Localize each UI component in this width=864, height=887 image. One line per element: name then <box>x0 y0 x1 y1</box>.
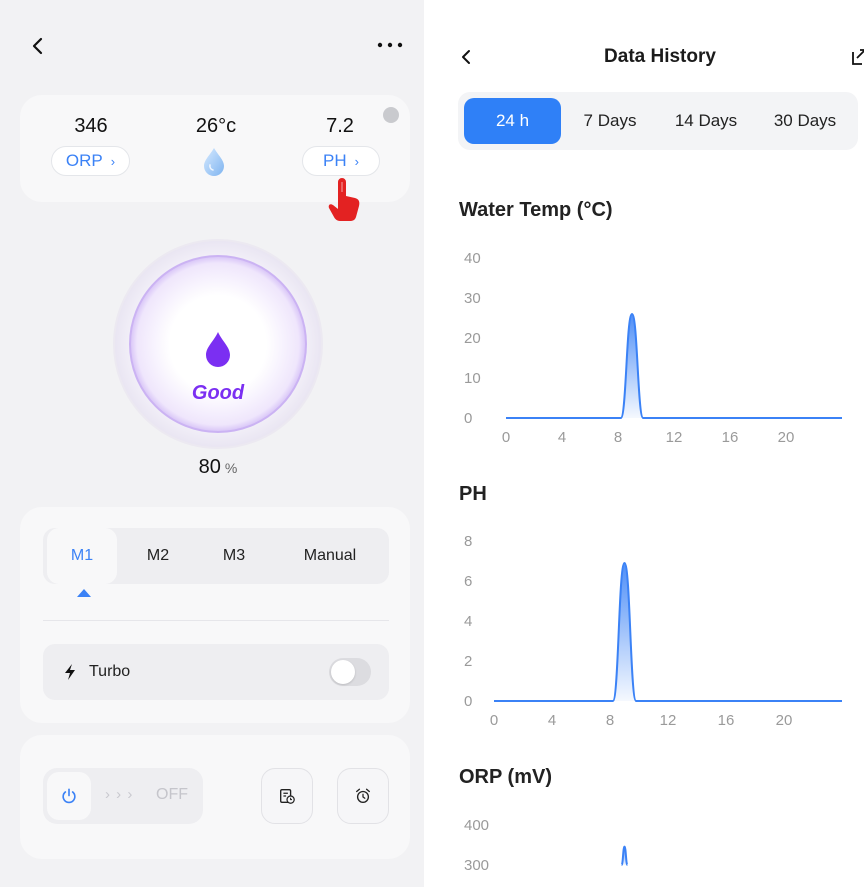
orp-chart: 400 300 <box>464 817 629 874</box>
lightning-icon <box>65 664 75 680</box>
purple-drop-icon <box>206 332 230 367</box>
mode-card: M1 M2 M3 Manual Turbo <box>20 507 410 723</box>
x-tick-label: 8 <box>614 429 622 446</box>
history-screen: Data History 24 h 7 Days 14 Days 30 Days… <box>430 0 864 887</box>
active-mode-indicator <box>77 589 91 597</box>
y-tick-label: 30 <box>464 290 481 307</box>
mode-tab-manual[interactable]: Manual <box>275 528 385 584</box>
y-tick-label: 40 <box>464 250 481 267</box>
chart-title-water-temp: Water Temp (°C) <box>459 199 613 221</box>
orp-value: 346 <box>74 115 108 137</box>
device-screen: 346 26°c 7.2 ORP › PH › Good 80 % M1 M2 … <box>0 0 424 887</box>
x-tick-label: 4 <box>548 712 556 729</box>
turbo-label: Turbo <box>89 663 131 680</box>
tab-14-days[interactable]: 14 Days <box>658 98 754 144</box>
power-button[interactable] <box>47 772 91 820</box>
x-tick-label: 12 <box>666 429 683 446</box>
x-tick-label: 0 <box>502 429 510 446</box>
share-icon[interactable] <box>850 44 864 68</box>
tab-30-days[interactable]: 30 Days <box>756 98 854 144</box>
y-tick-label: 0 <box>464 693 472 710</box>
toggle-knob <box>331 660 355 684</box>
chevron-right-icon: › <box>354 153 359 169</box>
chart-title-ph: PH <box>459 483 487 505</box>
y-tick-label: 8 <box>464 533 472 550</box>
y-tick-label: 6 <box>464 573 472 590</box>
y-tick-label: 400 <box>464 817 489 834</box>
y-tick-label: 2 <box>464 653 472 670</box>
alarm-clock-icon <box>356 788 370 803</box>
x-tick-label: 12 <box>660 712 677 729</box>
series-line <box>493 561 842 702</box>
back-arrow-icon[interactable] <box>458 46 474 68</box>
ph-button[interactable]: PH › <box>302 146 380 176</box>
alarm-button[interactable] <box>337 768 389 824</box>
turbo-row: Turbo <box>43 644 389 700</box>
y-tick-label: 4 <box>464 613 472 630</box>
y-tick-label: 300 <box>464 857 489 874</box>
mode-tab-m2[interactable]: M2 <box>123 528 193 584</box>
x-tick-label: 16 <box>722 429 739 446</box>
slide-arrows: › › › <box>105 786 134 803</box>
tab-24h[interactable]: 24 h <box>464 98 561 144</box>
series-area <box>506 314 842 418</box>
power-state-label: OFF <box>156 786 188 803</box>
quality-percent: 80% <box>150 456 286 479</box>
x-tick-label: 16 <box>718 712 735 729</box>
x-tick-label: 4 <box>558 429 566 446</box>
percent-unit: % <box>224 460 238 476</box>
x-tick-label: 8 <box>606 712 614 729</box>
back-arrow-icon[interactable] <box>28 34 48 58</box>
power-slider[interactable]: › › › OFF <box>43 768 203 824</box>
temperature-value: 26°c <box>195 115 237 137</box>
series-line <box>506 312 842 420</box>
percent-value: 80 <box>198 456 221 478</box>
quality-status: Good <box>191 382 245 404</box>
x-tick-label: 20 <box>776 712 793 729</box>
power-icon <box>62 788 76 804</box>
ph-label: PH <box>323 151 347 170</box>
page-title: Data History <box>604 46 716 67</box>
more-options-icon[interactable] <box>374 34 406 56</box>
water-temp-chart: 40 30 20 10 0 0 4 8 12 16 20 <box>464 250 843 446</box>
y-tick-label: 10 <box>464 370 481 387</box>
tab-7-days[interactable]: 7 Days <box>566 98 654 144</box>
orp-button[interactable]: ORP › <box>51 146 130 176</box>
info-icon[interactable] <box>383 107 399 123</box>
mode-tab-m3[interactable]: M3 <box>199 528 269 584</box>
ph-chart: 864200 4 8 12 16 20 <box>464 533 843 729</box>
time-range-selector: 24 h 7 Days 14 Days 30 Days <box>458 92 858 150</box>
schedule-icon <box>280 789 295 804</box>
water-drop-icon <box>204 148 224 176</box>
chart-title-orp: ORP (mV) <box>459 766 552 788</box>
series-area <box>494 563 842 701</box>
turbo-toggle[interactable] <box>329 658 371 686</box>
y-tick-label: 20 <box>464 330 481 347</box>
y-tick-label: 0 <box>464 410 472 427</box>
tap-hand-icon <box>328 178 360 221</box>
divider <box>43 620 389 621</box>
chevron-right-icon: › <box>110 153 116 169</box>
mode-selector: M1 M2 M3 Manual <box>43 528 389 584</box>
mode-tab-m1[interactable]: M1 <box>47 528 117 584</box>
ph-value: 7.2 <box>326 115 354 137</box>
orp-label: ORP <box>65 151 103 170</box>
x-tick-label: 0 <box>490 712 498 729</box>
x-tick-label: 20 <box>778 429 795 446</box>
power-card: › › › OFF <box>20 735 410 859</box>
schedule-button[interactable] <box>261 768 313 824</box>
